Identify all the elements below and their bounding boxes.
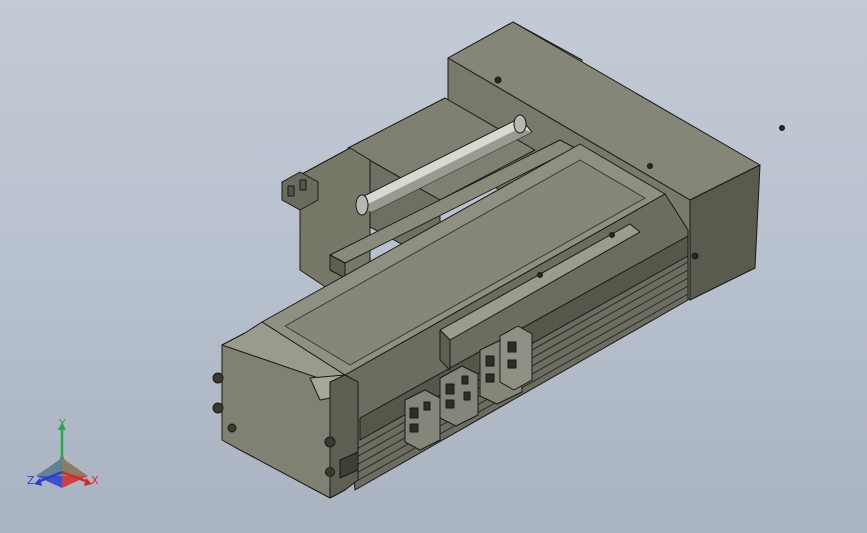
screw-hole-icon [494,76,502,84]
screw-hole-icon [537,272,543,278]
mount-hole-icon [212,372,224,384]
z-axis-label: Z [27,474,35,487]
coordinate-triad: Y X Z [22,418,112,498]
sensor-bracket-4 [499,325,533,391]
screw-hole-icon [647,163,653,169]
sensor-bracket-2 [439,365,479,427]
mount-hole-icon [212,402,224,414]
linear-actuator-model[interactable] [0,0,867,533]
screw-hole-icon [691,252,699,260]
mount-hole-icon [324,436,336,448]
screw-hole-icon [779,125,785,131]
graphics-viewport[interactable]: Y X Z [0,0,867,533]
x-axis-label: X [91,474,99,487]
y-axis-label: Y [59,417,66,430]
mount-hole-icon [325,467,335,477]
end-plate-side [329,374,359,499]
sensor-bracket-1 [404,389,441,451]
guide-shaft-end [355,194,369,216]
screw-hole-icon [609,232,615,238]
mount-hole-icon [227,423,237,433]
